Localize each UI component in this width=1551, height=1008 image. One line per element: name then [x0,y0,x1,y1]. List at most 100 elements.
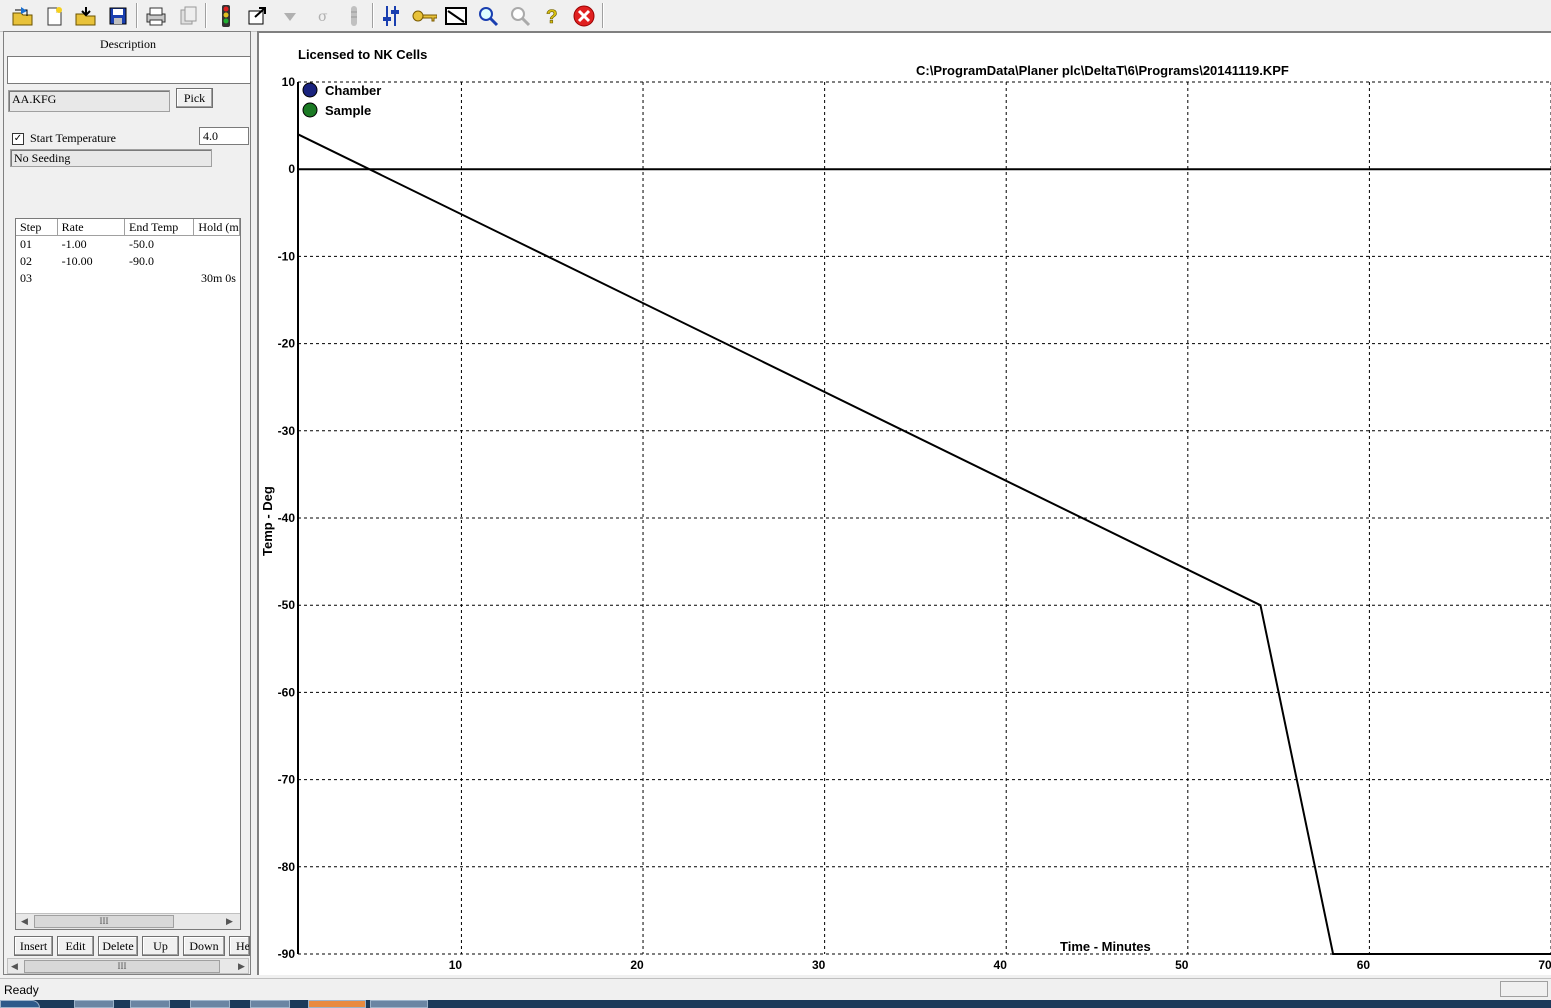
graph-icon[interactable] [443,3,469,28]
steps-list[interactable]: Step Rate End Temp Hold (m 01 -1.00 -50.… [15,218,241,930]
taskbar-item[interactable] [74,1000,114,1008]
scroll-thumb[interactable]: III [24,960,220,973]
column-header-step[interactable]: Step [16,219,58,235]
start-temperature-input[interactable]: 4.0 [199,127,249,145]
x-tick-label: 50 [1175,958,1189,972]
temperature-chart: 10 0 -10 -20 -30 -40 -50 -60 -70 -80 -90 10 20 30 40 50… [260,47,1551,972]
table-row[interactable]: 03 30m 0s [16,270,240,287]
scroll-right-icon[interactable]: ▶ [238,959,245,974]
save-icon[interactable] [105,3,131,28]
toolbar: σ ? [0,0,1551,32]
steps-list-header: Step Rate End Temp Hold (m [16,219,240,236]
y-axis-label: Temp - Deg [260,486,275,556]
export-icon[interactable] [245,3,271,28]
description-input[interactable] [7,56,251,84]
x-axis-label: Time - Minutes [1060,939,1151,954]
new-icon[interactable] [41,3,67,28]
cell-step: 02 [20,254,32,268]
delete-button[interactable]: Delete [98,936,138,956]
start-temperature-label: Start Temperature [30,131,116,145]
taskbar-item[interactable] [250,1000,290,1008]
start-button[interactable] [0,1000,40,1008]
help-button[interactable]: He [229,936,250,956]
import-icon[interactable] [73,3,99,28]
scroll-right-icon[interactable]: ▶ [226,914,233,929]
steps-list-scrollbar[interactable]: ◀ III ▶ [16,913,240,929]
status-bar: Ready [0,978,1551,1001]
cell-hold [194,253,240,270]
settings-icon[interactable] [379,3,405,28]
x-tick-label: 70 [1538,958,1551,972]
copy-icon[interactable] [175,3,201,28]
y-tick-label: -30 [278,424,296,438]
y-tick-label: 10 [282,75,296,89]
y-tick-label: 0 [288,162,295,176]
cell-hold: 30m 0s [200,271,236,285]
y-tick-label: -70 [278,773,296,787]
pick-button[interactable]: Pick [176,88,213,108]
x-tick-label: 40 [994,958,1008,972]
cell-rate: -10.00 [61,254,93,268]
table-row[interactable]: 02 -10.00 -90.0 [16,253,240,270]
start-temperature-row: ✓ Start Temperature [12,131,116,146]
status-text: Ready [4,983,39,997]
taskbar [0,1000,1551,1008]
taskbar-item[interactable] [370,1000,428,1008]
y-tick-label: -20 [278,337,296,351]
filter-icon [277,3,303,28]
cell-rate [58,270,125,287]
legend-sample-label: Sample [325,103,371,118]
taskbar-item[interactable] [308,1000,366,1008]
up-button[interactable]: Up [142,936,179,956]
plot-area[interactable]: 10 0 -10 -20 -30 -40 -50 -60 -70 -80 -90 10 20 30 40 50… [257,31,1551,975]
run-icon[interactable] [213,3,239,28]
license-text: Licensed to NK Cells [298,47,427,62]
column-header-hold[interactable]: Hold (m [194,219,240,235]
cell-step: 01 [20,237,32,251]
cell-hold [194,236,240,253]
program-panel: Description AA.KFG Pick ✓ Start Temperat… [3,31,251,975]
zoom-in-icon[interactable] [475,3,501,28]
y-tick-label: -60 [278,685,296,699]
series-line-program [297,133,1551,955]
panel-scrollbar[interactable]: ◀ III ▶ [7,958,249,974]
column-header-rate[interactable]: Rate [58,219,126,235]
cell-end-temp: -90.0 [129,254,155,268]
zoom-out-icon [507,3,533,28]
scroll-thumb[interactable]: III [34,915,174,928]
print-icon[interactable] [143,3,169,28]
taskbar-item[interactable] [190,1000,230,1008]
sigma-icon: σ [309,3,335,28]
description-label: Description [100,37,156,51]
start-temperature-checkbox[interactable]: ✓ [12,132,24,145]
cell-rate: -1.00 [61,237,87,251]
open-icon[interactable] [10,3,36,28]
y-tick-label: -80 [278,860,296,874]
key-icon[interactable] [411,3,437,28]
taskbar-item[interactable] [130,1000,170,1008]
y-tick-label: -40 [278,511,296,525]
table-row[interactable]: 01 -1.00 -50.0 [16,236,240,253]
svg-text:?: ? [546,7,558,28]
help-icon[interactable]: ? [539,3,565,28]
cell-end-temp [125,270,194,287]
close-icon[interactable] [571,3,597,28]
chart-title: C:\ProgramData\Planer plc\DeltaT\6\Progr… [916,63,1289,78]
insert-button[interactable]: Insert [14,936,53,956]
x-tick-label: 60 [1357,958,1371,972]
edit-button[interactable]: Edit [57,936,94,956]
cell-end-temp: -50.0 [129,237,155,251]
y-tick-label: -10 [278,249,296,263]
svg-text:σ: σ [318,9,328,25]
column-header-end-temp[interactable]: End Temp [125,219,195,235]
legend: Chamber Sample [302,82,381,118]
scroll-left-icon[interactable]: ◀ [21,914,28,929]
legend-chamber-marker [302,82,318,98]
seeding-field: No Seeding [10,149,212,167]
status-pane [1500,981,1548,997]
y-tick-label: -50 [278,598,296,612]
probe-icon [341,3,367,28]
down-button[interactable]: Down [183,936,225,956]
scroll-left-icon[interactable]: ◀ [11,959,18,974]
legend-sample-marker [302,102,318,118]
